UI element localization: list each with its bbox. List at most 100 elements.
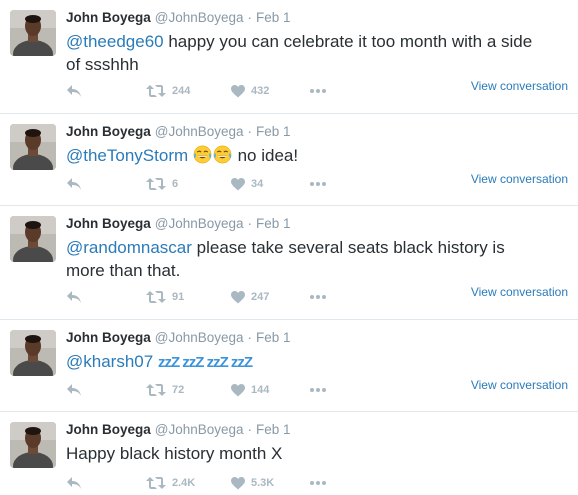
author-handle[interactable]: @JohnBoyega [155,124,244,139]
mention-link[interactable]: @randomnascar [66,238,192,257]
avatar[interactable] [10,10,56,56]
tweet-item[interactable]: John Boyega @JohnBoyega · Feb 1 @randomnasc… [0,206,578,320]
like-count: 144 [251,384,270,396]
view-conversation-link[interactable]: View conversation [471,79,568,93]
more-button[interactable] [309,381,327,399]
avatar[interactable] [10,216,56,262]
like-count: 432 [251,85,270,97]
reply-button[interactable] [66,381,82,399]
author-handle[interactable]: @JohnBoyega [155,10,244,25]
view-conversation-link[interactable]: View conversation [471,172,568,186]
retweet-button[interactable]: 6 [146,175,178,193]
like-button[interactable]: 432 [231,82,269,100]
reply-icon [67,384,81,396]
tweet-text: @theedge60 happy you can celebrate it to… [66,30,546,76]
author-name[interactable]: John Boyega [66,10,151,25]
author-handle[interactable]: @JohnBoyega [155,330,244,345]
view-conversation-link[interactable]: View conversation [471,378,568,392]
retweet-icon [146,178,166,190]
separator-dot: · [247,422,253,437]
tears-of-joy-emoji-icon [213,145,232,164]
reply-icon [67,477,81,489]
more-button[interactable] [309,474,327,492]
more-button[interactable] [309,82,327,100]
more-button[interactable] [309,175,327,193]
tweet-date[interactable]: Feb 1 [256,330,291,345]
retweet-icon [146,384,166,396]
tweet-item[interactable]: John Boyega @JohnBoyega · Feb 1 @theTonySto… [0,114,578,206]
tweet-actions: 2.4K 5.3K [66,474,570,494]
reply-icon [67,178,81,190]
like-button[interactable]: 144 [231,381,269,399]
more-icon [310,182,326,186]
tweet-header: John Boyega @JohnBoyega · Feb 1 [66,124,570,140]
reply-button[interactable] [66,288,82,306]
retweet-icon [146,477,166,489]
like-button[interactable]: 247 [231,288,269,306]
reply-icon [67,85,81,97]
retweet-count: 6 [172,178,179,190]
separator-dot: · [247,330,253,345]
tweet-header: John Boyega @JohnBoyega · Feb 1 [66,422,570,438]
tweet-body: no idea! [232,146,299,165]
heart-icon [231,383,245,396]
retweet-button[interactable]: 244 [146,82,190,100]
like-count: 34 [251,178,264,190]
heart-icon [231,290,245,303]
author-name[interactable]: John Boyega [66,422,151,437]
tweet-date[interactable]: Feb 1 [256,422,291,437]
like-count: 247 [251,291,270,303]
author-handle[interactable]: @JohnBoyega [155,422,244,437]
tweet-body: Happy black history month X [66,444,283,463]
tweet-date[interactable]: Feb 1 [256,216,291,231]
mention-link[interactable]: @kharsh07 [66,352,153,371]
retweet-count: 72 [172,384,185,396]
more-icon [310,89,326,93]
heart-icon [231,84,245,97]
avatar[interactable] [10,124,56,170]
separator-dot: · [247,216,253,231]
tweet-item[interactable]: John Boyega @JohnBoyega · Feb 1 Happy black… [0,412,578,495]
separator-dot: · [247,10,253,25]
tweet-text: @theTonyStorm no idea! [66,144,546,167]
more-icon [310,388,326,392]
reply-icon [67,291,81,303]
reply-button[interactable] [66,474,82,492]
tears-of-joy-emoji-icon [193,145,212,164]
tweet-text: @kharsh07 zzZ zzZ zzZ zzZ [66,350,546,374]
tweet-header: John Boyega @JohnBoyega · Feb 1 [66,10,570,26]
reply-button[interactable] [66,175,82,193]
view-conversation-link[interactable]: View conversation [471,285,568,299]
author-handle[interactable]: @JohnBoyega [155,216,244,231]
tweet-item[interactable]: John Boyega @JohnBoyega · Feb 1 @kharsh07 z… [0,320,578,412]
avatar[interactable] [10,422,56,468]
retweet-button[interactable]: 91 [146,288,184,306]
tweet-text: @randomnascar please take several seats … [66,236,546,282]
like-count: 5.3K [251,477,275,489]
retweet-count: 244 [172,85,191,97]
retweet-button[interactable]: 2.4K [146,474,195,492]
tweet-item[interactable]: John Boyega @JohnBoyega · Feb 1 @theedge60 … [0,0,578,114]
author-name[interactable]: John Boyega [66,216,151,231]
tweet-timeline: John Boyega @JohnBoyega · Feb 1 @theedge60 … [0,0,578,495]
heart-icon [231,177,245,190]
mention-link[interactable]: @theTonyStorm [66,146,188,165]
author-name[interactable]: John Boyega [66,124,151,139]
sleeping-zzz-emoji: zzZ zzZ zzZ zzZ [157,354,253,371]
tweet-text: Happy black history month X [66,442,546,465]
tweet-header: John Boyega @JohnBoyega · Feb 1 [66,216,570,232]
retweet-count: 2.4K [172,477,196,489]
tweet-date[interactable]: Feb 1 [256,10,291,25]
avatar[interactable] [10,330,56,376]
more-button[interactable] [309,288,327,306]
like-button[interactable]: 5.3K [231,474,274,492]
retweet-count: 91 [172,291,185,303]
mention-link[interactable]: @theedge60 [66,32,164,51]
heart-icon [231,476,245,489]
tweet-header: John Boyega @JohnBoyega · Feb 1 [66,330,570,346]
like-button[interactable]: 34 [231,175,263,193]
retweet-button[interactable]: 72 [146,381,184,399]
author-name[interactable]: John Boyega [66,330,151,345]
tweet-date[interactable]: Feb 1 [256,124,291,139]
reply-button[interactable] [66,82,82,100]
